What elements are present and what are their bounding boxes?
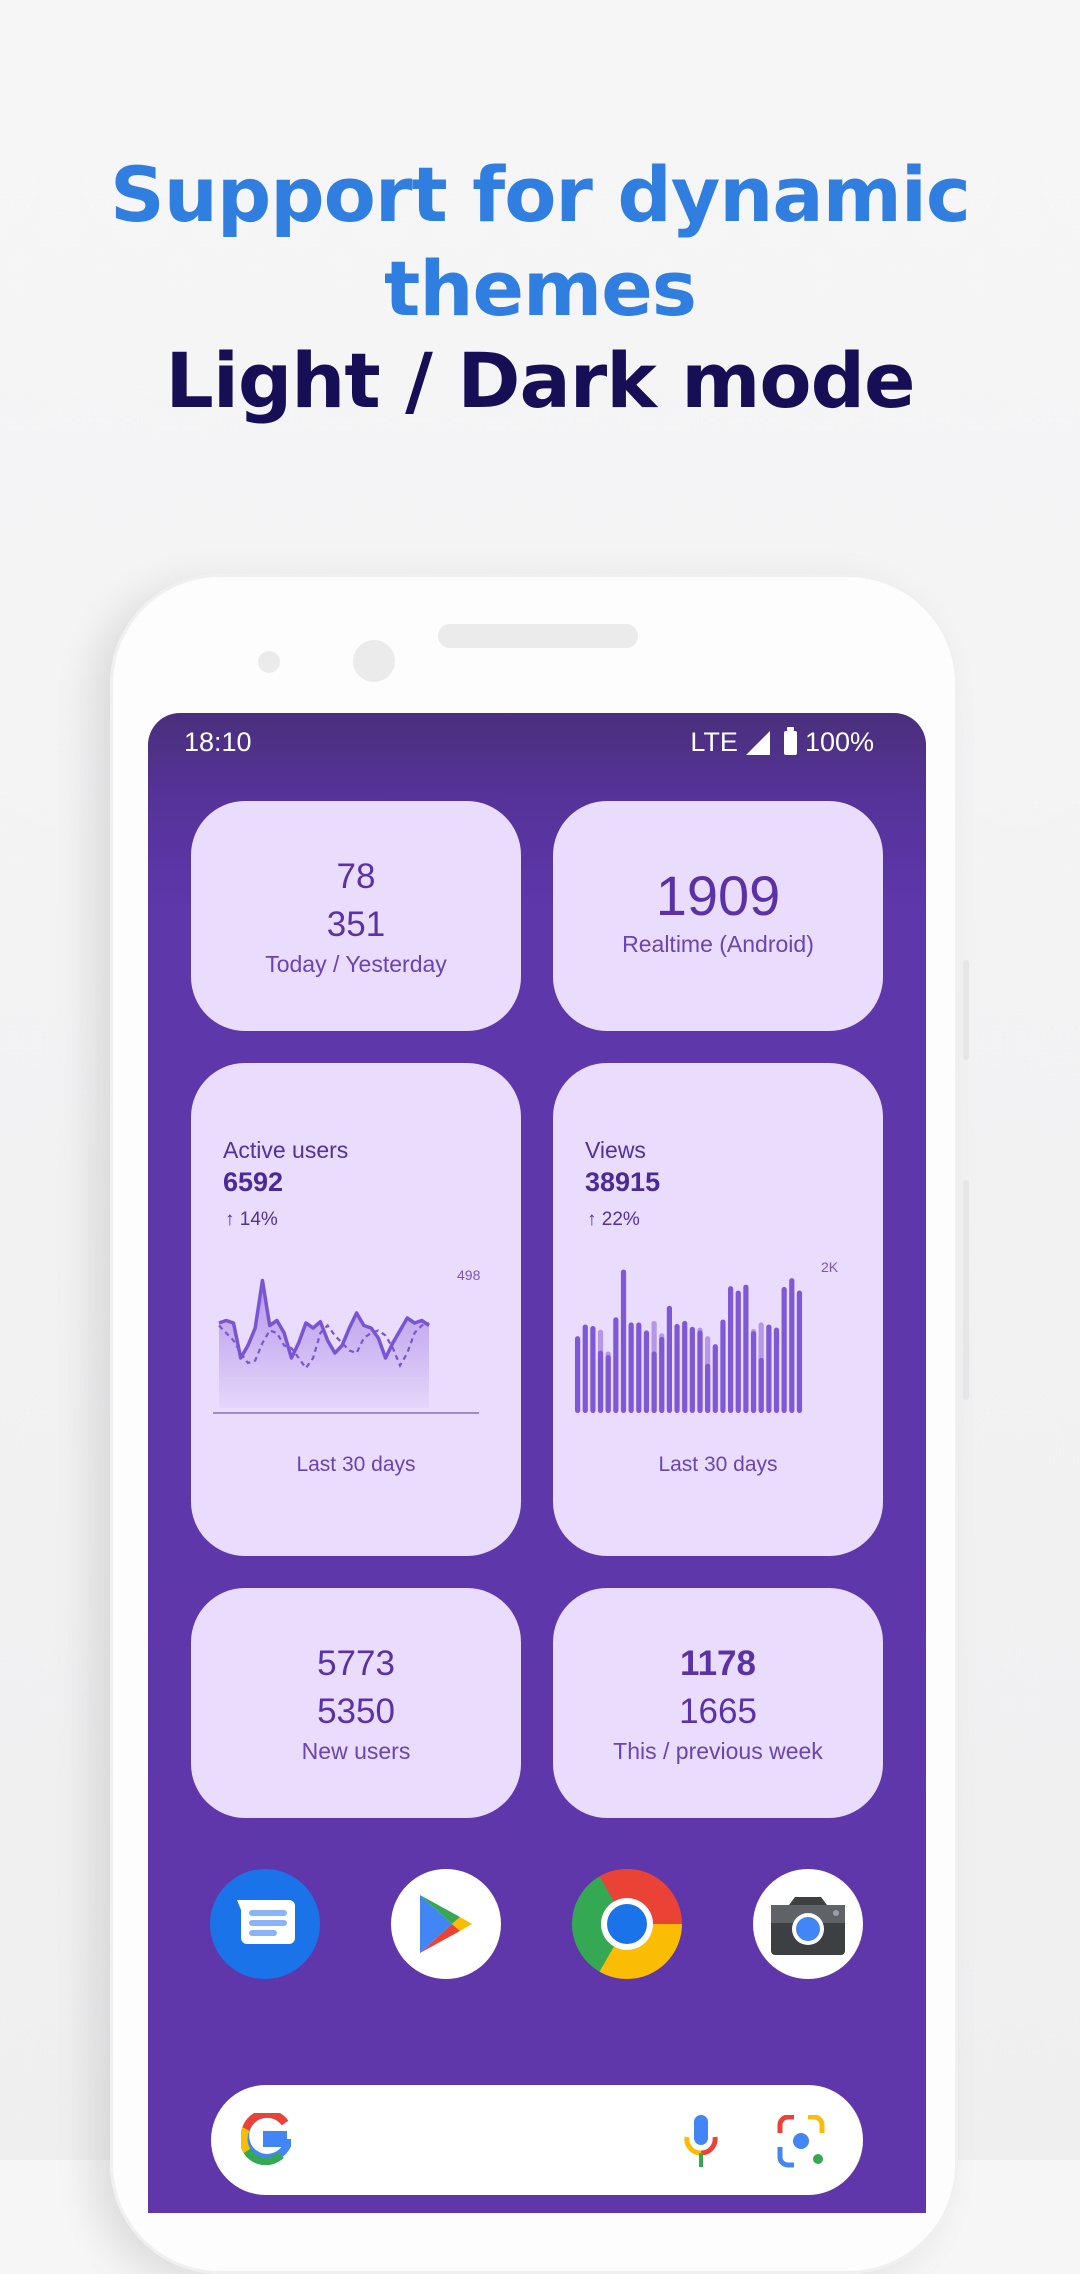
active-users-chart: 498	[213, 1253, 503, 1433]
lens-icon[interactable]	[776, 2115, 826, 2171]
battery-icon	[784, 731, 797, 755]
signal-icon	[746, 731, 770, 755]
bar-current	[606, 1355, 611, 1413]
bar-current	[797, 1290, 802, 1413]
widget-label: Today / Yesterday	[191, 949, 521, 979]
bar-current	[667, 1306, 672, 1413]
widget-footer: Last 30 days	[191, 1453, 521, 1477]
widget-new-users[interactable]: 5773 5350 New users	[191, 1588, 521, 1818]
bar-current	[590, 1326, 595, 1413]
widget-realtime[interactable]: 1909 Realtime (Android)	[553, 801, 883, 1031]
bar-current	[636, 1322, 641, 1413]
widget-label: Realtime (Android)	[553, 929, 883, 959]
this-week-value: 1178	[553, 1640, 883, 1688]
bar-current	[629, 1322, 634, 1413]
widget-active-users[interactable]: Active users 6592 ↑ 14% 498 Last 30 days	[191, 1063, 521, 1556]
bar-current	[613, 1317, 618, 1413]
bar-current	[697, 1330, 702, 1413]
chrome-icon	[601, 1898, 653, 1950]
camera-icon	[771, 1893, 845, 1955]
status-bar: 18:10 LTE 100%	[148, 713, 926, 769]
bar-current	[690, 1327, 695, 1413]
bar-current	[659, 1337, 664, 1413]
phone-sensor	[258, 651, 280, 673]
widget-title: Active users	[223, 1137, 348, 1164]
yesterday-value: 351	[191, 901, 521, 949]
previous-week-value: 1665	[553, 1688, 883, 1736]
status-time: 18:10	[184, 727, 252, 758]
play-store-icon	[416, 1891, 476, 1957]
bar-current	[682, 1321, 687, 1413]
phone-side-button	[963, 960, 969, 1060]
bar-current	[720, 1319, 725, 1413]
bar-current	[583, 1325, 588, 1413]
app-messages[interactable]	[210, 1869, 320, 1979]
bar-current	[766, 1325, 771, 1413]
widget-title: Views	[585, 1137, 646, 1164]
chart-max-label: 2K	[821, 1259, 839, 1275]
promo-subheadline: Light / Dark mode	[0, 336, 1080, 426]
phone-front-camera	[353, 640, 395, 682]
bar-current	[782, 1287, 787, 1413]
bar-current	[621, 1269, 626, 1413]
today-value: 78	[191, 853, 521, 901]
widget-views[interactable]: Views 38915 ↑ 22% 2K Last 30 days	[553, 1063, 883, 1556]
app-chrome[interactable]	[572, 1869, 682, 1979]
home-screen: 18:10 LTE 100% 78 351 Today / Yesterday …	[148, 713, 926, 2213]
promo-headline: Support for dynamic themes	[0, 148, 1080, 336]
bar-current	[789, 1278, 794, 1413]
realtime-value: 1909	[553, 863, 883, 929]
change-indicator: ↑ 14%	[225, 1209, 278, 1231]
google-logo-icon	[241, 2113, 291, 2165]
views-value: 38915	[585, 1167, 660, 1198]
active-users-value: 6592	[223, 1167, 283, 1198]
bar-current	[652, 1351, 657, 1413]
bar-current	[575, 1336, 580, 1413]
bar-current	[598, 1351, 603, 1413]
bar-current	[713, 1344, 718, 1413]
widget-today-yesterday[interactable]: 78 351 Today / Yesterday	[191, 801, 521, 1031]
widget-footer: Last 30 days	[553, 1453, 883, 1477]
bar-current	[674, 1324, 679, 1413]
headline-line-1: Support for dynamic	[0, 148, 1080, 242]
bar-current	[644, 1330, 649, 1413]
battery-level: 100%	[805, 727, 874, 758]
google-search-bar[interactable]	[211, 2085, 863, 2195]
bar-current	[774, 1327, 779, 1413]
change-indicator: ↑ 22%	[587, 1209, 640, 1231]
network-type: LTE	[690, 727, 738, 758]
bar-current	[751, 1331, 756, 1413]
bar-current	[728, 1286, 733, 1413]
messages-icon	[233, 1896, 297, 1952]
phone-volume-button	[963, 1180, 969, 1400]
series-area	[219, 1281, 429, 1409]
chart-max-label: 498	[457, 1267, 481, 1283]
microphone-icon[interactable]	[681, 2113, 721, 2173]
new-users-previous: 5350	[191, 1688, 521, 1736]
app-play-store[interactable]	[391, 1869, 501, 1979]
views-chart: 2K	[575, 1253, 865, 1433]
phone-speaker	[438, 624, 638, 648]
widget-week[interactable]: 1178 1665 This / previous week	[553, 1588, 883, 1818]
new-users-current: 5773	[191, 1640, 521, 1688]
widget-label: This / previous week	[553, 1736, 883, 1766]
headline-line-2: themes	[0, 242, 1080, 336]
bar-current	[736, 1290, 741, 1413]
bar-current	[743, 1285, 748, 1413]
app-camera[interactable]	[753, 1869, 863, 1979]
bar-current	[759, 1358, 764, 1413]
bar-current	[705, 1364, 710, 1413]
widget-label: New users	[191, 1736, 521, 1766]
